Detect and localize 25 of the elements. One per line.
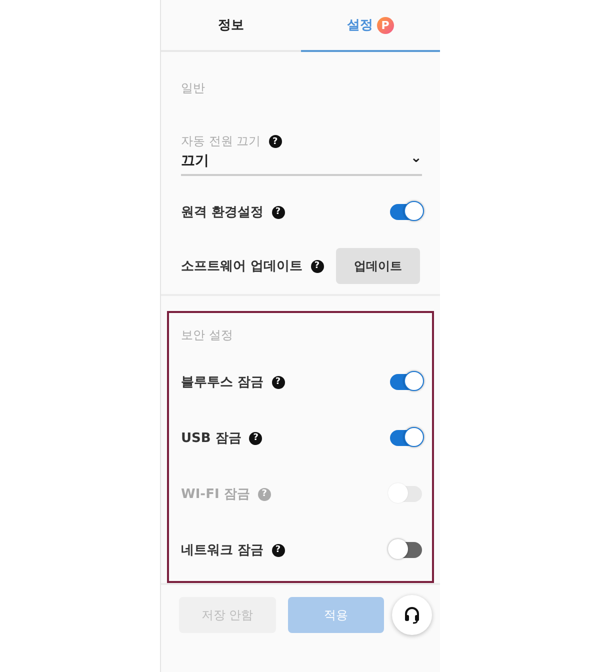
tab[interactable]: 정보 [161,0,300,52]
setting-label: 소프트웨어 업데이트 [181,258,303,275]
help-icon[interactable]: ? [249,432,262,444]
setting-label: 네트워크 잠금 [181,542,264,559]
headset-icon [402,605,422,625]
setting-label: WI-FI 잠금 [181,486,250,503]
field-label: 자동 전원 끄기 [181,133,261,150]
help-icon[interactable]: ? [272,544,285,556]
section-heading: 보안 설정 [181,327,234,344]
setting-label: 블루투스 잠금 [181,374,264,391]
badge: P [376,16,394,34]
help-icon[interactable]: ? [310,260,324,272]
dropdown[interactable]: 끄기 ⌄ [181,150,422,176]
help-icon[interactable]: ? [268,135,282,148]
toggle-switch[interactable] [390,204,422,220]
toggle-switch[interactable] [390,542,422,558]
support-button[interactable] [392,595,432,635]
update-button[interactable]: 업데이트 [336,248,420,284]
help-icon[interactable]: ? [272,376,285,388]
section-heading: 일반 [181,80,206,97]
toggle-switch[interactable] [390,430,422,446]
help-icon[interactable]: ? [272,206,285,218]
toggle-switch[interactable] [390,374,422,390]
setting-label: USB 잠금 [181,430,242,447]
setting-label: 원격 환경설정 [181,204,264,221]
